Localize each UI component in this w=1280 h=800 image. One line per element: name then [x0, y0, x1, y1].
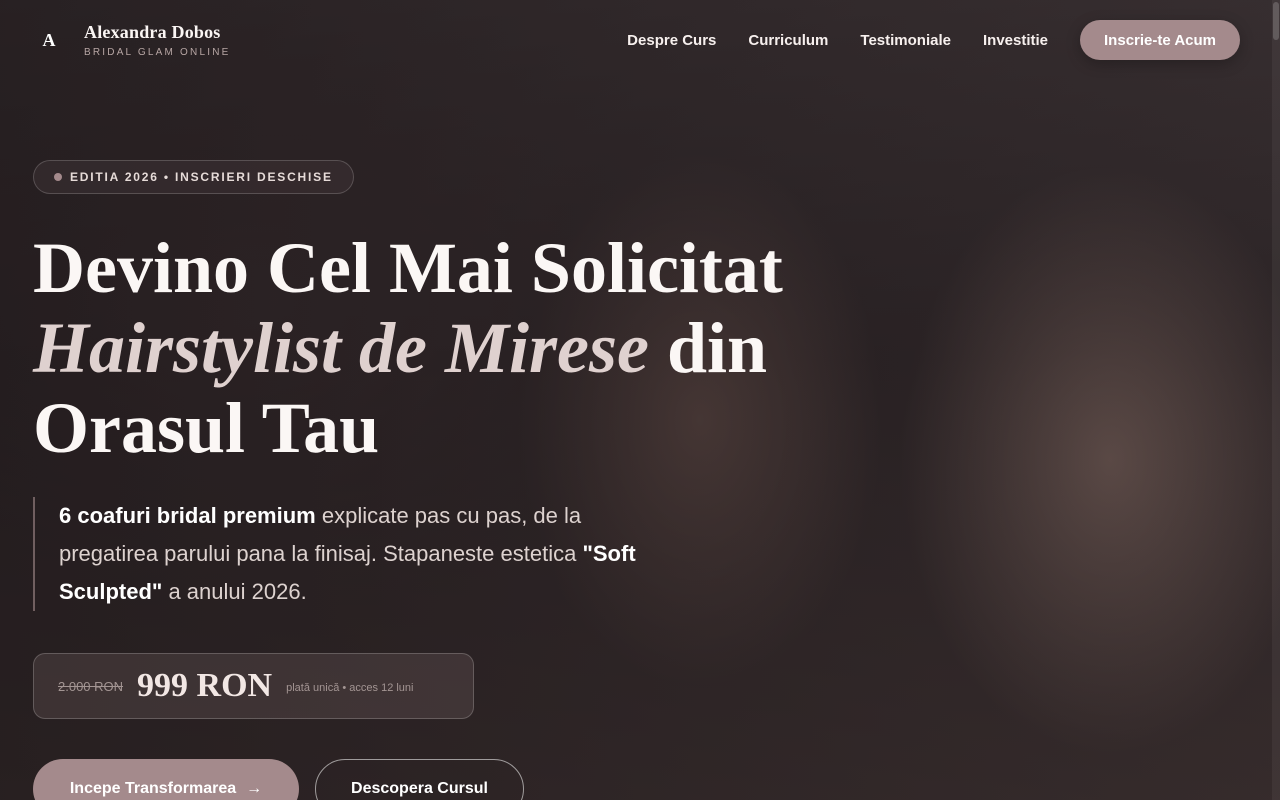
nav-link-despre-curs[interactable]: Despre Curs [627, 32, 716, 49]
brand-logo-mark: A [42, 29, 56, 50]
enroll-now-button[interactable]: Inscrie-te Acum [1080, 20, 1240, 60]
site-header: A Alexandra Dobos BRIDAL GLAM ONLINE Des… [0, 0, 1280, 80]
brand[interactable]: A Alexandra Dobos BRIDAL GLAM ONLINE [40, 22, 230, 58]
current-price: 999 RON [137, 667, 273, 704]
start-transformation-button[interactable]: Incepe Transformarea → [33, 759, 299, 800]
nav-link-investitie[interactable]: Investitie [983, 32, 1048, 49]
price-note: plată unică • acces 12 luni [286, 682, 414, 694]
discover-course-button[interactable]: Descopera Cursul [315, 759, 524, 800]
hero-headline: Devino Cel Mai Solicitat Hairstylist de … [33, 228, 793, 468]
brand-name: Alexandra Dobos [84, 22, 221, 42]
nav-link-testimoniale[interactable]: Testimoniale [860, 32, 951, 49]
badge-dot-icon [54, 173, 62, 181]
headline-part1: Devino Cel Mai Solicitat [33, 228, 783, 308]
headline-accent: Hairstylist de Mirese [33, 308, 649, 388]
scrollbar[interactable] [1272, 0, 1280, 800]
main-nav: Despre Curs Curriculum Testimoniale Inve… [627, 20, 1240, 60]
start-transformation-label: Incepe Transformarea [69, 780, 237, 797]
brand-tagline: BRIDAL GLAM ONLINE [84, 47, 231, 58]
lead-text-2: a anului 2026. [162, 579, 307, 604]
hero-lead-paragraph: 6 coafuri bridal premium explicate pas c… [33, 497, 673, 611]
badge-text: EDITIA 2026 • INSCRIERI DESCHISE [70, 170, 333, 184]
arrow-right-icon: → [246, 780, 263, 797]
old-price: 2.000 RON [58, 678, 124, 694]
nav-link-curriculum[interactable]: Curriculum [748, 32, 828, 49]
edition-badge: EDITIA 2026 • INSCRIERI DESCHISE [33, 160, 354, 194]
lead-bold-courses: 6 coafuri bridal premium [59, 503, 316, 528]
price-box: 2.000 RON 999 RON plată unică • acces 12… [33, 653, 474, 719]
brand-text: Alexandra Dobos BRIDAL GLAM ONLINE [84, 22, 230, 58]
